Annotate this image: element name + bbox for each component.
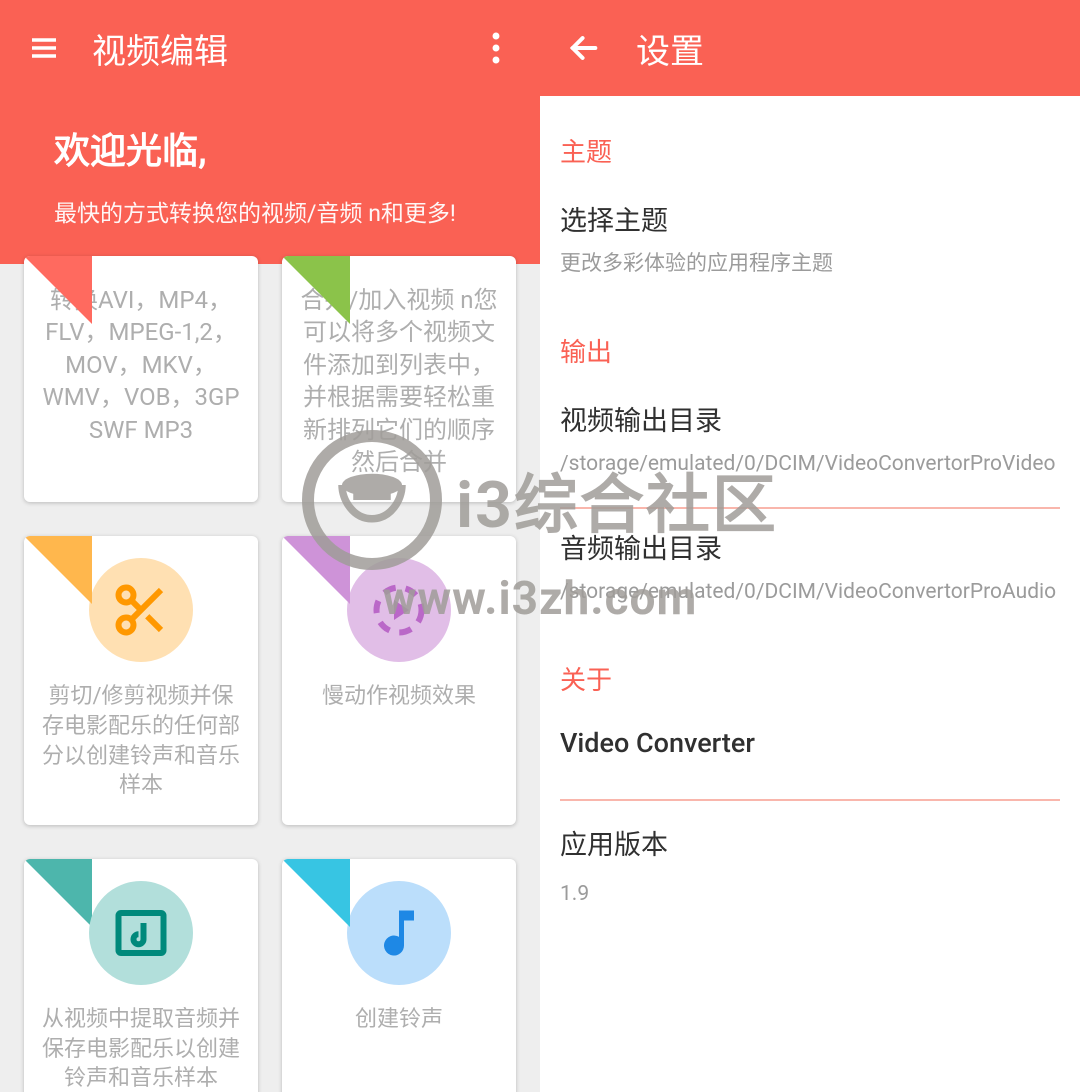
extract-audio-icon (89, 881, 193, 985)
row-select-theme[interactable]: 选择主题 更改多彩体验的应用程序主题 (560, 173, 1060, 296)
card-text: 创建铃声 (355, 1005, 443, 1035)
section-about: 关于 (560, 660, 1060, 697)
card-text: 剪切/修剪视频并保存电影配乐的任何部分以创建铃声和音乐样本 (42, 682, 240, 801)
appbar-left: 视频编辑 (0, 0, 540, 96)
menu-icon[interactable] (20, 24, 68, 72)
row-secondary: 1.9 (560, 880, 1060, 908)
welcome-title: 欢迎光临, (54, 122, 486, 174)
row-app-version: 应用版本 1.9 (560, 801, 1060, 926)
row-primary: 应用版本 (560, 823, 1060, 862)
more-icon[interactable] (472, 24, 520, 72)
screen-video-editor: 视频编辑 欢迎光临, 最快的方式转换您的视频/音频 n和更多! 转换AVI，MP… (0, 0, 540, 1092)
appbar-title: 视频编辑 (92, 24, 228, 73)
row-secondary: 更改多彩体验的应用程序主题 (560, 250, 1060, 278)
settings-list: 主题 选择主题 更改多彩体验的应用程序主题 输出 视频输出目录 /storage… (540, 132, 1080, 926)
card-merge[interactable]: 合并/加入视频 n您可以将多个视频文件添加到列表中，并根据需要轻松重新排列它们的… (282, 256, 516, 502)
card-slowmo[interactable]: 慢动作视频效果 (282, 536, 516, 825)
row-secondary: /storage/emulated/0/DCIM/VideoConvertorP… (560, 578, 1060, 606)
card-extract-audio[interactable]: 从视频中提取音频并保存电影配乐以创建铃声和音乐样本 (24, 859, 258, 1092)
welcome-subtitle: 最快的方式转换您的视频/音频 n和更多! (54, 194, 486, 228)
card-text: 慢动作视频效果 (322, 682, 476, 712)
row-app-name[interactable]: Video Converter (560, 701, 1060, 789)
card-ringtone[interactable]: 创建铃声 (282, 859, 516, 1092)
row-audio-output[interactable]: 音频输出目录 /storage/emulated/0/DCIM/VideoCon… (560, 509, 1060, 624)
card-convert[interactable]: 转换AVI，MP4，FLV，MPEG-1,2，MOV，MKV，WMV，VOB，3… (24, 256, 258, 502)
row-secondary: /storage/emulated/0/DCIM/VideoConvertorP… (560, 450, 1060, 478)
row-video-output[interactable]: 视频输出目录 /storage/emulated/0/DCIM/VideoCon… (560, 373, 1060, 496)
appbar-right: 设置 (540, 0, 1080, 96)
card-text: 从视频中提取音频并保存电影配乐以创建铃声和音乐样本 (42, 1005, 240, 1092)
section-output: 输出 (560, 332, 1060, 369)
welcome-banner: 欢迎光临, 最快的方式转换您的视频/音频 n和更多! (0, 96, 540, 264)
scissors-icon (89, 558, 193, 662)
settings-title: 设置 (636, 24, 704, 73)
screen-settings: 设置 主题 选择主题 更改多彩体验的应用程序主题 输出 视频输出目录 /stor… (540, 0, 1080, 1092)
feature-grid: 转换AVI，MP4，FLV，MPEG-1,2，MOV，MKV，WMV，VOB，3… (0, 256, 540, 1092)
back-icon[interactable] (560, 24, 608, 72)
row-primary: Video Converter (560, 727, 1060, 759)
slowmo-icon (347, 558, 451, 662)
card-trim[interactable]: 剪切/修剪视频并保存电影配乐的任何部分以创建铃声和音乐样本 (24, 536, 258, 825)
row-primary: 选择主题 (560, 199, 1060, 238)
music-note-icon (347, 881, 451, 985)
section-theme: 主题 (560, 132, 1060, 169)
row-primary: 视频输出目录 (560, 399, 1060, 438)
row-primary: 音频输出目录 (560, 527, 1060, 566)
